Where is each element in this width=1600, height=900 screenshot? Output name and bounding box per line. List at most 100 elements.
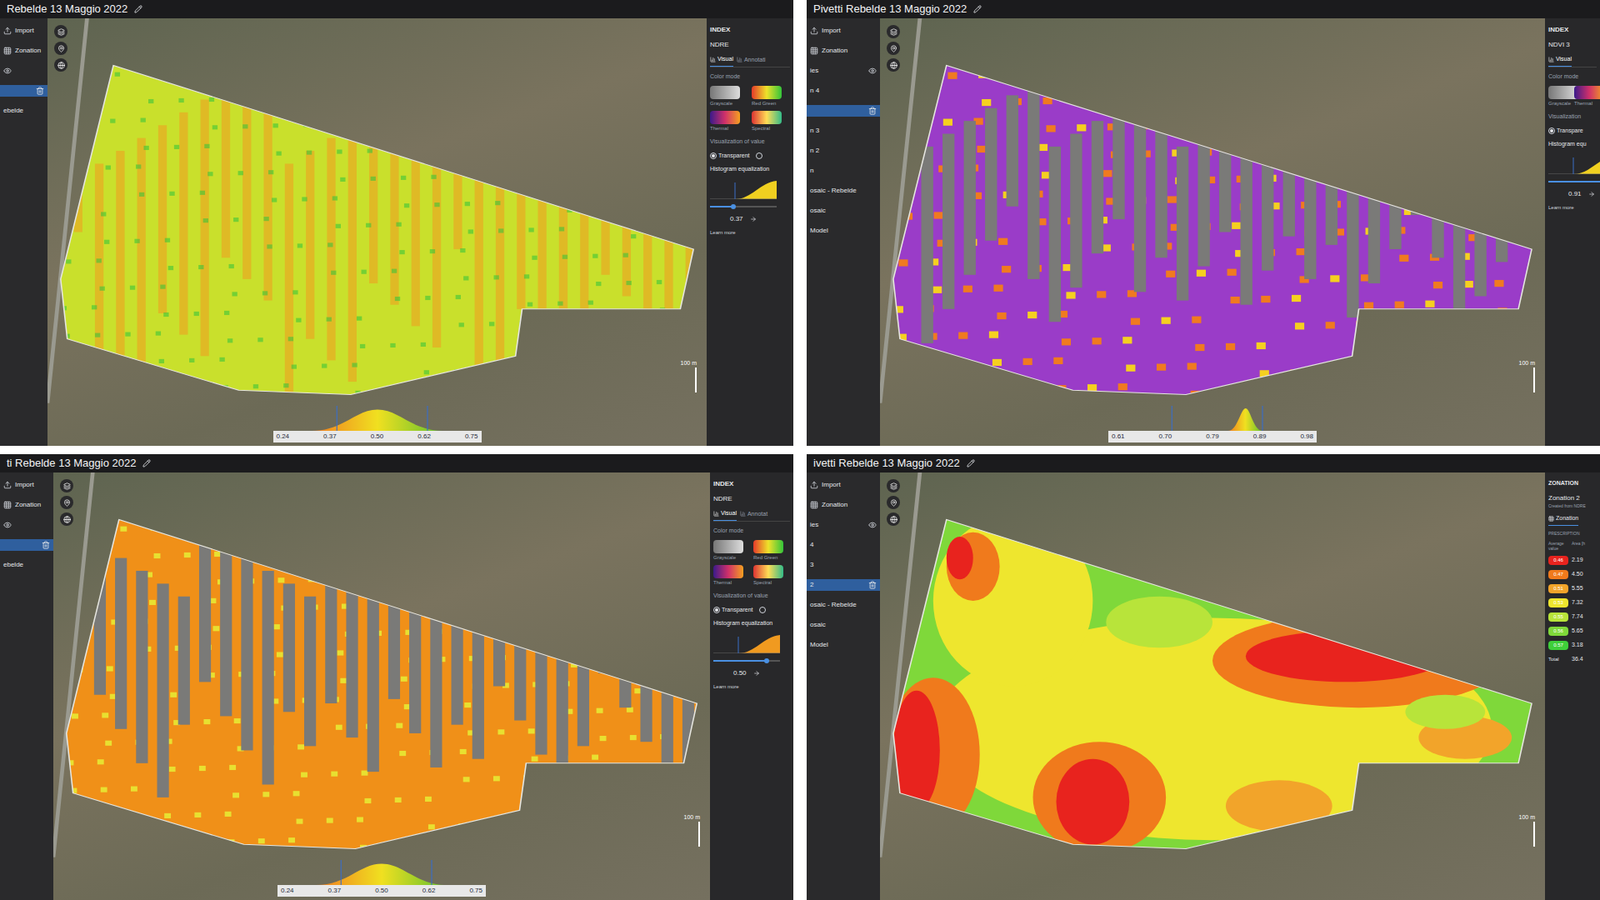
layers-button[interactable] [54, 25, 68, 39]
sidebar-item[interactable]: n 2 [806, 145, 880, 157]
edit-icon[interactable] [966, 459, 975, 468]
globe-button[interactable] [886, 58, 900, 72]
radio[interactable]: Transpare [1548, 126, 1584, 136]
sidebar-item[interactable]: Import [806, 25, 880, 37]
sidebar-item[interactable]: osaic [806, 205, 880, 217]
learn-more-link[interactable]: Learn more [1548, 204, 1597, 212]
slider[interactable] [710, 204, 777, 210]
arrow-icon[interactable] [1588, 190, 1595, 198]
sidebar-item[interactable]: n 4 [806, 85, 880, 97]
color-swatch[interactable]: Grayscale [710, 85, 749, 108]
edit-icon[interactable] [142, 459, 151, 468]
prescription-row[interactable]: 0.462.19 [1548, 555, 1597, 565]
color-swatch[interactable]: Thermal [713, 565, 750, 587]
prescription-row[interactable]: 0.573.18 [1548, 640, 1597, 650]
sidebar-item[interactable]: Zonation [0, 45, 48, 57]
column-header: Average value [1548, 541, 1569, 551]
pin-button[interactable] [54, 41, 68, 55]
tab[interactable]: Annotat [740, 509, 768, 521]
index-name: NDRE [713, 494, 790, 505]
sidebar-item[interactable]: ebelde [0, 105, 48, 117]
globe-button[interactable] [60, 512, 74, 526]
tab[interactable]: Visual [710, 55, 734, 67]
pin-button[interactable] [60, 495, 74, 510]
sidebar-item[interactable]: Import [0, 25, 48, 37]
import-icon [810, 480, 819, 490]
sidebar-item[interactable]: Model [806, 225, 880, 237]
color-swatch[interactable]: Red Green [751, 85, 790, 108]
trash-icon[interactable] [41, 540, 50, 550]
layers-button[interactable] [886, 25, 900, 39]
radio[interactable]: Transparent [713, 605, 753, 615]
prescription-row[interactable]: 0.537.32 [1548, 598, 1597, 608]
layers-button[interactable] [886, 479, 900, 493]
sidebar-item[interactable]: ies [806, 65, 880, 77]
prescription-row[interactable]: 0.515.55 [1548, 584, 1597, 594]
sidebar-item[interactable]: Zonation [806, 45, 880, 57]
legend-tick: 0.50 [370, 431, 385, 442]
prescription-row[interactable]: 0.474.50 [1548, 570, 1597, 580]
scale-bar: 100 m [1519, 813, 1535, 848]
trash-icon[interactable] [35, 86, 45, 95]
radio[interactable] [759, 605, 766, 615]
color-swatch[interactable]: Spectral [753, 565, 790, 587]
panel-heading: INDEX [710, 25, 790, 35]
sidebar-item[interactable]: Zonation [806, 499, 880, 511]
color-swatch[interactable]: Thermal [710, 110, 749, 133]
color-swatch[interactable]: Grayscale [713, 540, 750, 562]
sidebar-item[interactable]: n [806, 165, 880, 177]
trash-icon[interactable] [868, 580, 877, 590]
edit-icon[interactable] [973, 5, 982, 14]
slider[interactable] [1548, 179, 1600, 185]
sidebar-item[interactable]: osaic - Rebelde [806, 599, 880, 611]
tab[interactable]: Annotati [736, 55, 766, 67]
sidebar-item[interactable]: ebelde [0, 559, 54, 571]
prescription-row[interactable]: 0.557.74 [1548, 612, 1597, 622]
color-swatch[interactable]: Red Green [753, 540, 790, 562]
color-swatch[interactable]: Spectral [751, 110, 790, 133]
sidebar-item[interactable]: osaic [806, 619, 880, 631]
edit-icon[interactable] [134, 5, 143, 14]
pin-button[interactable] [886, 495, 900, 510]
sidebar-item[interactable]: osaic - Rebelde [806, 185, 880, 197]
sidebar-item[interactable] [0, 85, 48, 97]
sidebar-item[interactable]: Zonation [0, 499, 54, 511]
trash-icon[interactable] [868, 106, 877, 115]
sidebar-item[interactable]: 2 [806, 579, 880, 591]
radio[interactable] [755, 151, 763, 161]
map[interactable]: 0.240.370.500.620.75100 m [47, 18, 707, 446]
arrow-icon[interactable] [753, 670, 760, 677]
sidebar-item[interactable]: Import [806, 479, 880, 491]
values-label: Visualization of value [713, 591, 790, 601]
radio[interactable]: Transparent [710, 151, 750, 161]
color-swatch[interactable]: Thermal [1574, 85, 1597, 108]
prescription-row[interactable]: 0.565.65 [1548, 626, 1597, 636]
globe-button[interactable] [886, 512, 900, 526]
map[interactable]: 0.610.700.790.890.98100 m [880, 18, 1545, 446]
sidebar-item[interactable]: n 3 [806, 125, 880, 137]
sidebar-item[interactable] [0, 65, 48, 77]
map[interactable]: 0.240.370.500.620.75100 m [53, 472, 710, 900]
zonation-button[interactable]: Zonation [1548, 514, 1579, 526]
slider[interactable] [713, 658, 780, 664]
layers-button[interactable] [60, 479, 74, 493]
sidebar-item[interactable]: Model [806, 639, 880, 651]
learn-more-link[interactable]: Learn more [713, 683, 790, 691]
sidebar-item[interactable]: 3 [806, 559, 880, 571]
pin-button[interactable] [886, 41, 900, 55]
learn-more-link[interactable]: Learn more [710, 229, 790, 237]
sidebar-item[interactable]: Import [0, 479, 54, 491]
sidebar-item[interactable] [0, 539, 54, 551]
color-swatch[interactable]: Grayscale [1548, 85, 1571, 108]
tab[interactable]: Visual [1548, 55, 1572, 67]
legend-tick: 0.70 [1159, 431, 1173, 442]
sidebar-item[interactable] [0, 519, 54, 531]
map[interactable]: 100 m [880, 472, 1545, 900]
color-mode-label: Color mode [1548, 72, 1597, 82]
sidebar-item[interactable]: ies [806, 519, 880, 531]
globe-button[interactable] [54, 58, 68, 72]
sidebar-item[interactable] [806, 105, 880, 117]
arrow-icon[interactable] [750, 215, 757, 223]
sidebar-item[interactable]: 4 [806, 539, 880, 551]
tab[interactable]: Visual [713, 509, 737, 521]
